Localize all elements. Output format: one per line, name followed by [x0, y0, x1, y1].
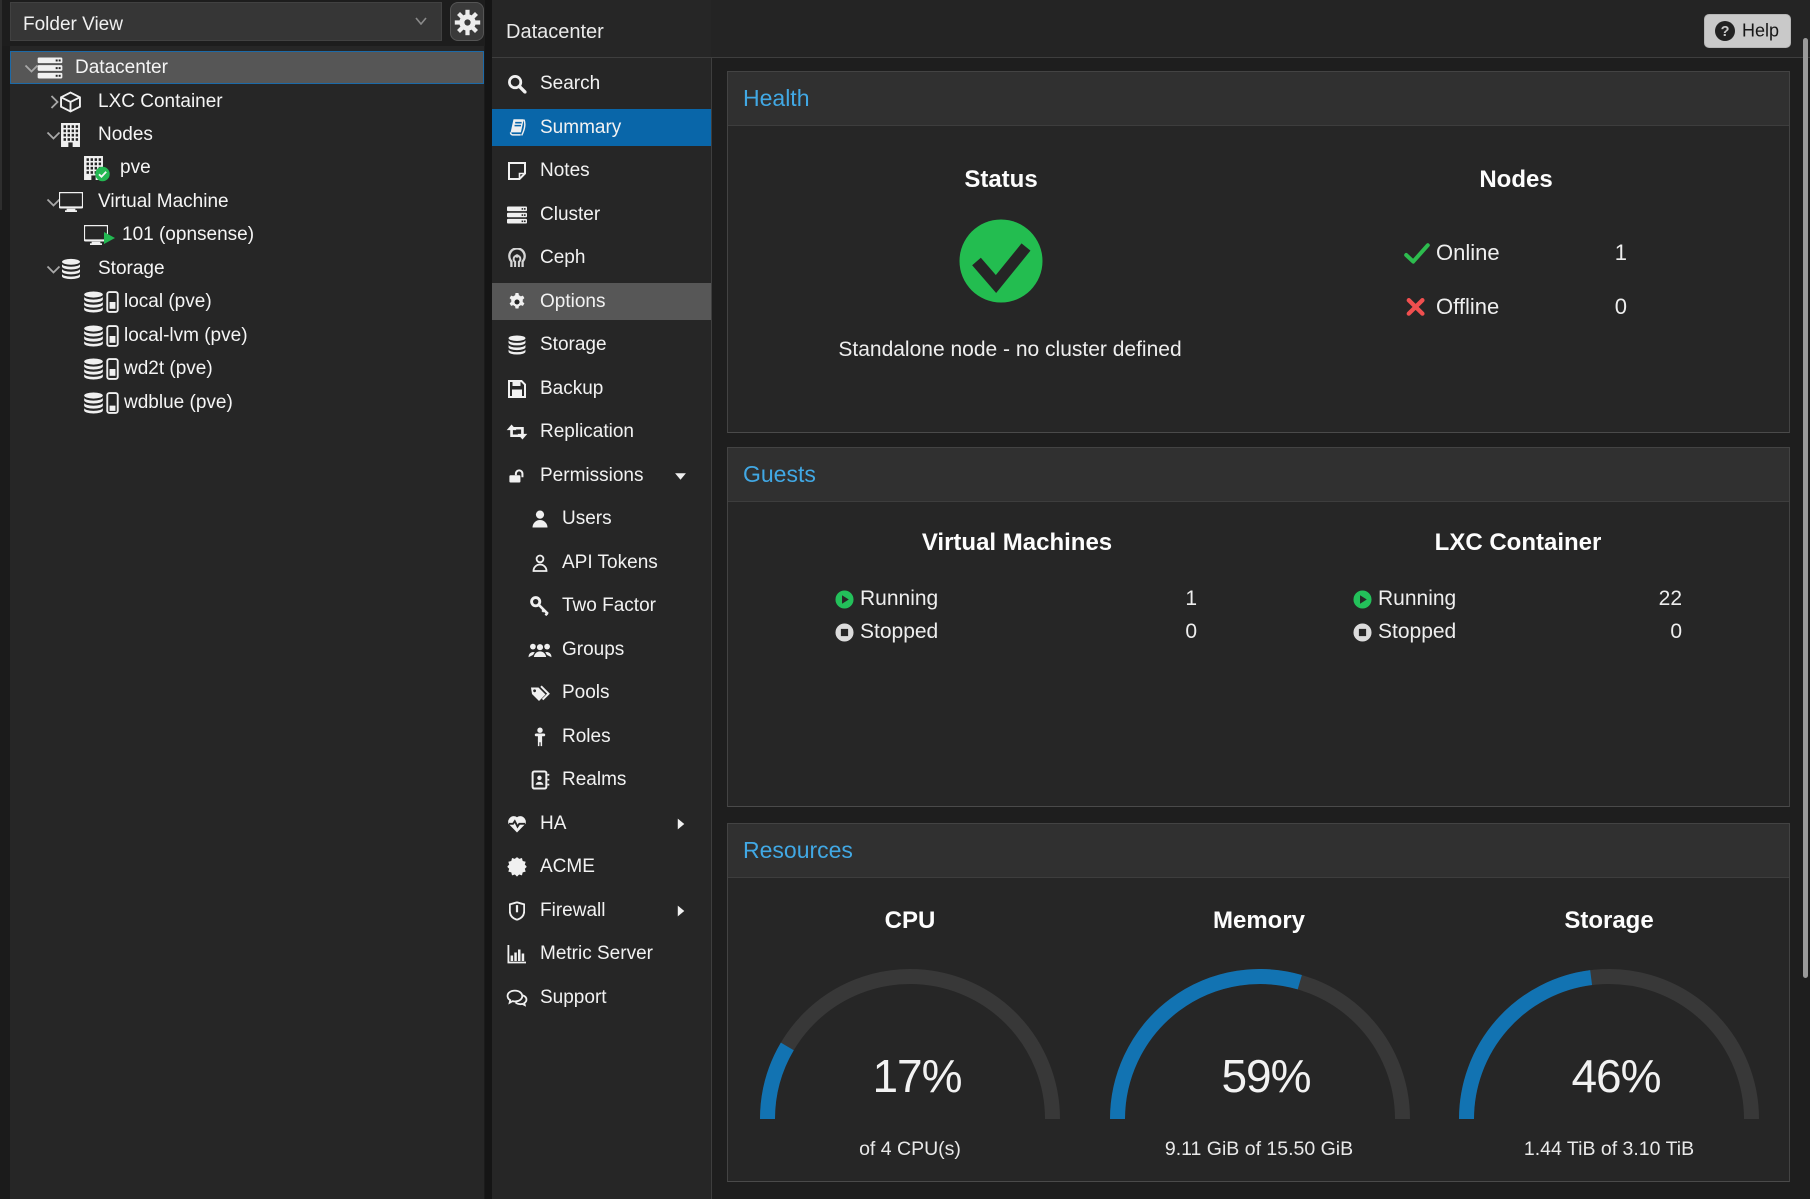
svg-text:?: ?: [1721, 24, 1730, 40]
